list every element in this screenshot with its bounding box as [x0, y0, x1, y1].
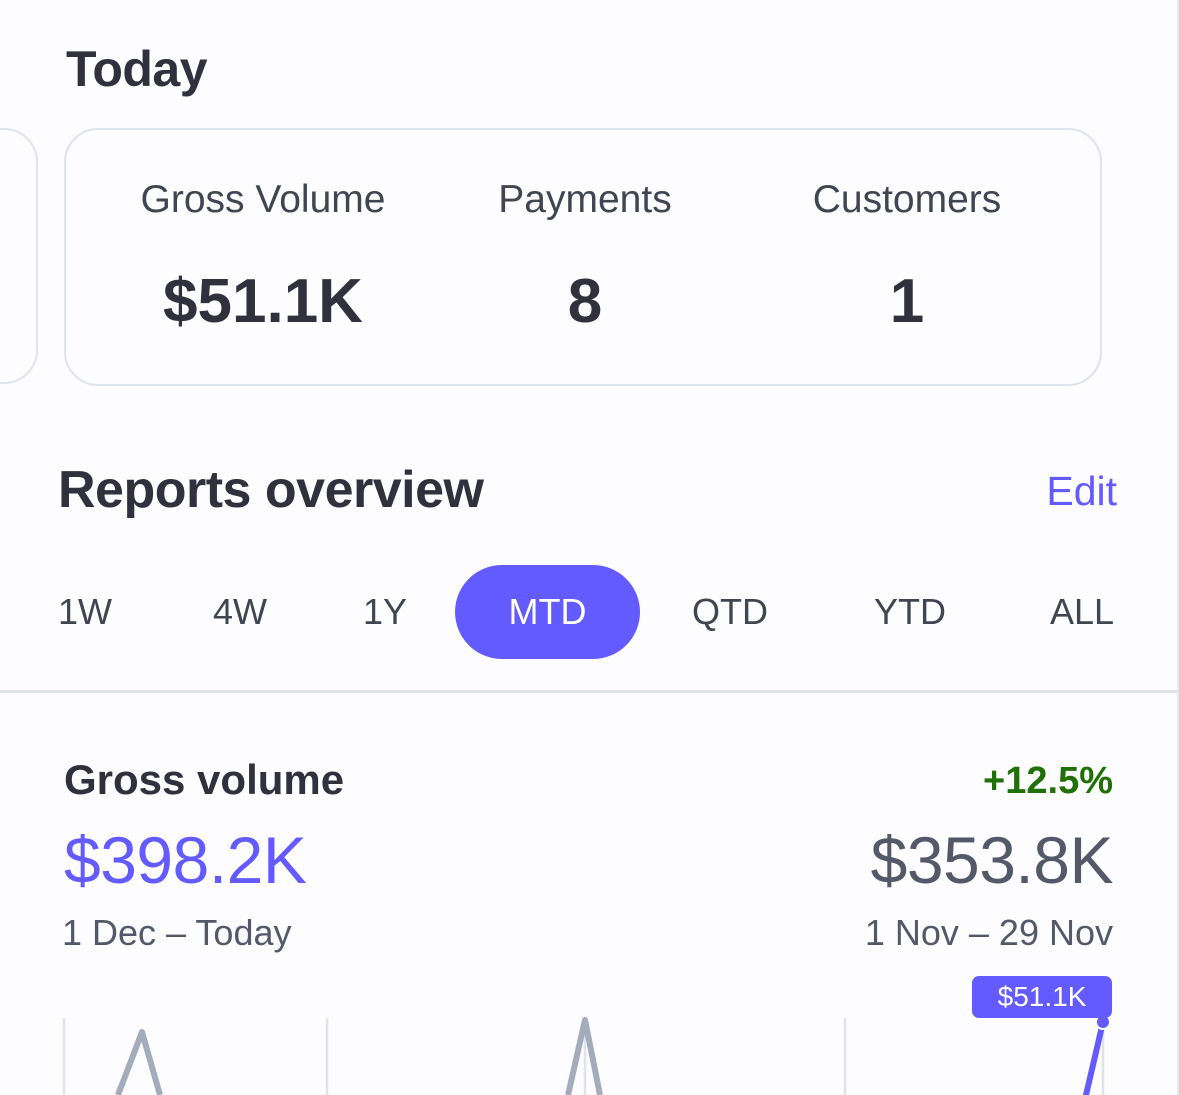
metric-label: Customers [812, 178, 1002, 221]
gross-volume-previous-value: $353.8K [870, 823, 1114, 897]
previous-summary-card[interactable] [0, 128, 38, 384]
section-divider [0, 690, 1179, 693]
today-summary-card[interactable]: Gross Volume $51.1K Payments 8 Customers… [64, 128, 1102, 386]
period-tab-mtd[interactable]: MTD [455, 565, 640, 659]
gross-volume-current-range: 1 Dec – Today [62, 912, 292, 953]
metric-payments: Payments 8 [420, 130, 750, 384]
gross-volume-title: Gross volume [64, 756, 345, 803]
reports-overview-heading: Reports overview [58, 461, 484, 519]
metric-label: Payments [498, 178, 672, 221]
current-period-line [1083, 1019, 1106, 1095]
period-selector: 1W 4W 1Y MTD QTD YTD ALL [0, 565, 1179, 659]
metric-gross-volume: Gross Volume $51.1K [66, 130, 460, 384]
app-screen: Today Gross Volume $51.1K Payments 8 Cus… [0, 0, 1179, 1095]
metric-label: Gross Volume [140, 178, 386, 221]
metric-value: 8 [567, 267, 603, 336]
period-tab-4w[interactable]: 4W [195, 565, 285, 659]
edit-button[interactable]: Edit [1046, 468, 1117, 515]
metric-customers: Customers 1 [742, 130, 1072, 384]
metric-value: 1 [889, 267, 925, 336]
period-tab-all[interactable]: ALL [1034, 565, 1130, 659]
today-heading: Today [66, 41, 208, 97]
chart-tooltip: $51.1K [972, 976, 1112, 1018]
gross-volume-change: +12.5% [983, 760, 1113, 802]
period-tab-qtd[interactable]: QTD [684, 565, 776, 659]
gross-volume-current-value: $398.2K [64, 823, 307, 897]
period-tab-ytd[interactable]: YTD [862, 565, 958, 659]
previous-period-line [115, 1029, 163, 1095]
period-tab-1y[interactable]: 1Y [340, 565, 430, 659]
metric-value: $51.1K [163, 267, 363, 336]
period-tab-1w[interactable]: 1W [40, 565, 130, 659]
gross-volume-previous-range: 1 Nov – 29 Nov [864, 912, 1113, 953]
